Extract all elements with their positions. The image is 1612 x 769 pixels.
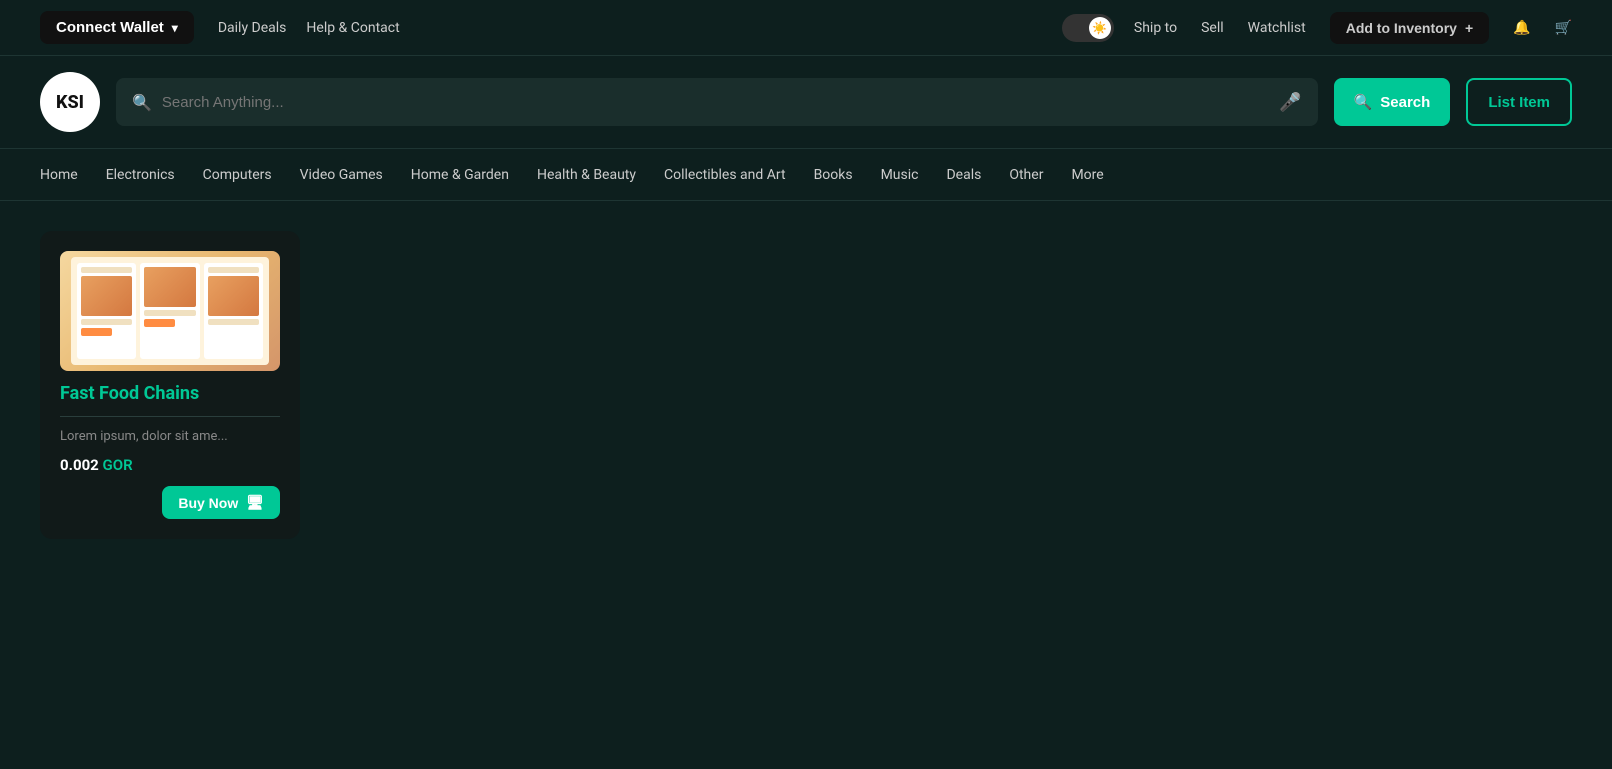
thumbnail-image [81, 276, 132, 316]
thumbnail-panel-3 [204, 263, 263, 359]
connect-wallet-button[interactable]: Connect Wallet ▾ [40, 11, 194, 44]
product-thumbnail [71, 257, 269, 365]
product-description: Lorem ipsum, dolor sit ame... [60, 429, 280, 444]
thumbnail-line-5 [208, 319, 259, 325]
product-image [60, 251, 280, 371]
toggle-knob: ☀️ [1089, 17, 1111, 39]
thumbnail-line [81, 267, 132, 273]
search-label: Search [1380, 94, 1430, 111]
thumbnail-button [81, 328, 112, 336]
cart-icon[interactable]: 🛒 [1555, 20, 1572, 36]
main-content: Fast Food Chains Lorem ipsum, dolor sit … [0, 201, 1612, 569]
nav-electronics[interactable]: Electronics [106, 167, 175, 183]
theme-toggle[interactable]: ☀️ [1062, 14, 1114, 42]
top-links: Daily Deals Help & Contact [218, 20, 1042, 36]
top-right-actions: Ship to Sell Watchlist Add to Inventory … [1134, 12, 1572, 44]
search-button[interactable]: 🔍 Search [1334, 78, 1451, 126]
add-to-inventory-button[interactable]: Add to Inventory + [1330, 12, 1489, 44]
thumbnail-button-2 [144, 319, 175, 327]
nav-music[interactable]: Music [881, 167, 919, 183]
daily-deals-link[interactable]: Daily Deals [218, 20, 287, 36]
add-inventory-label: Add to Inventory [1346, 20, 1457, 36]
buy-now-button[interactable]: Buy Now 🖥 [162, 486, 280, 519]
top-bar: Connect Wallet ▾ Daily Deals Help & Cont… [0, 0, 1612, 56]
connect-wallet-label: Connect Wallet [56, 19, 164, 36]
sell-link[interactable]: Sell [1201, 20, 1224, 36]
product-title: Fast Food Chains [60, 383, 280, 404]
nav-other[interactable]: Other [1009, 167, 1043, 183]
buy-now-label: Buy Now [178, 495, 238, 511]
product-divider [60, 416, 280, 417]
buy-cart-icon: 🖥 [246, 494, 264, 511]
ship-to-link[interactable]: Ship to [1134, 20, 1177, 36]
search-container: 🔍 🎤 [116, 78, 1318, 126]
notification-bell-icon[interactable]: 🔔 [1513, 20, 1530, 36]
logo-text: KSI [56, 92, 84, 113]
watchlist-link[interactable]: Watchlist [1248, 20, 1306, 36]
list-item-label: List Item [1488, 94, 1550, 111]
main-navigation: Home Electronics Computers Video Games H… [0, 149, 1612, 201]
nav-computers[interactable]: Computers [203, 167, 272, 183]
nav-books[interactable]: Books [814, 167, 853, 183]
product-price: 0.002 GOR [60, 456, 280, 474]
nav-health-beauty[interactable]: Health & Beauty [537, 167, 636, 183]
thumbnail-line-2 [81, 319, 132, 325]
thumbnail-panel-1 [77, 263, 136, 359]
logo: KSI [40, 72, 100, 132]
nav-home-garden[interactable]: Home & Garden [411, 167, 509, 183]
thumbnail-line-3 [144, 310, 195, 316]
plus-icon: + [1465, 20, 1473, 36]
nav-video-games[interactable]: Video Games [300, 167, 383, 183]
search-row: KSI 🔍 🎤 🔍 Search List Item [0, 56, 1612, 149]
thumbnail-image-2 [144, 267, 195, 307]
nav-home[interactable]: Home [40, 167, 78, 183]
chevron-down-icon: ▾ [172, 21, 178, 35]
product-card: Fast Food Chains Lorem ipsum, dolor sit … [40, 231, 300, 539]
search-magnifier-icon: 🔍 [132, 93, 152, 112]
thumbnail-panel-2 [140, 263, 199, 359]
nav-more[interactable]: More [1071, 167, 1103, 183]
search-input[interactable] [162, 94, 1279, 111]
search-icon-btn: 🔍 [1354, 93, 1373, 111]
help-contact-link[interactable]: Help & Contact [306, 20, 399, 36]
price-currency: GOR [103, 456, 133, 474]
price-value: 0.002 [60, 456, 99, 474]
thumbnail-image-3 [208, 276, 259, 316]
nav-collectibles-art[interactable]: Collectibles and Art [664, 167, 786, 183]
thumbnail-line-4 [208, 267, 259, 273]
microphone-icon[interactable]: 🎤 [1279, 92, 1301, 113]
list-item-button[interactable]: List Item [1466, 78, 1572, 126]
sun-icon: ☀️ [1092, 21, 1107, 35]
nav-deals[interactable]: Deals [946, 167, 981, 183]
